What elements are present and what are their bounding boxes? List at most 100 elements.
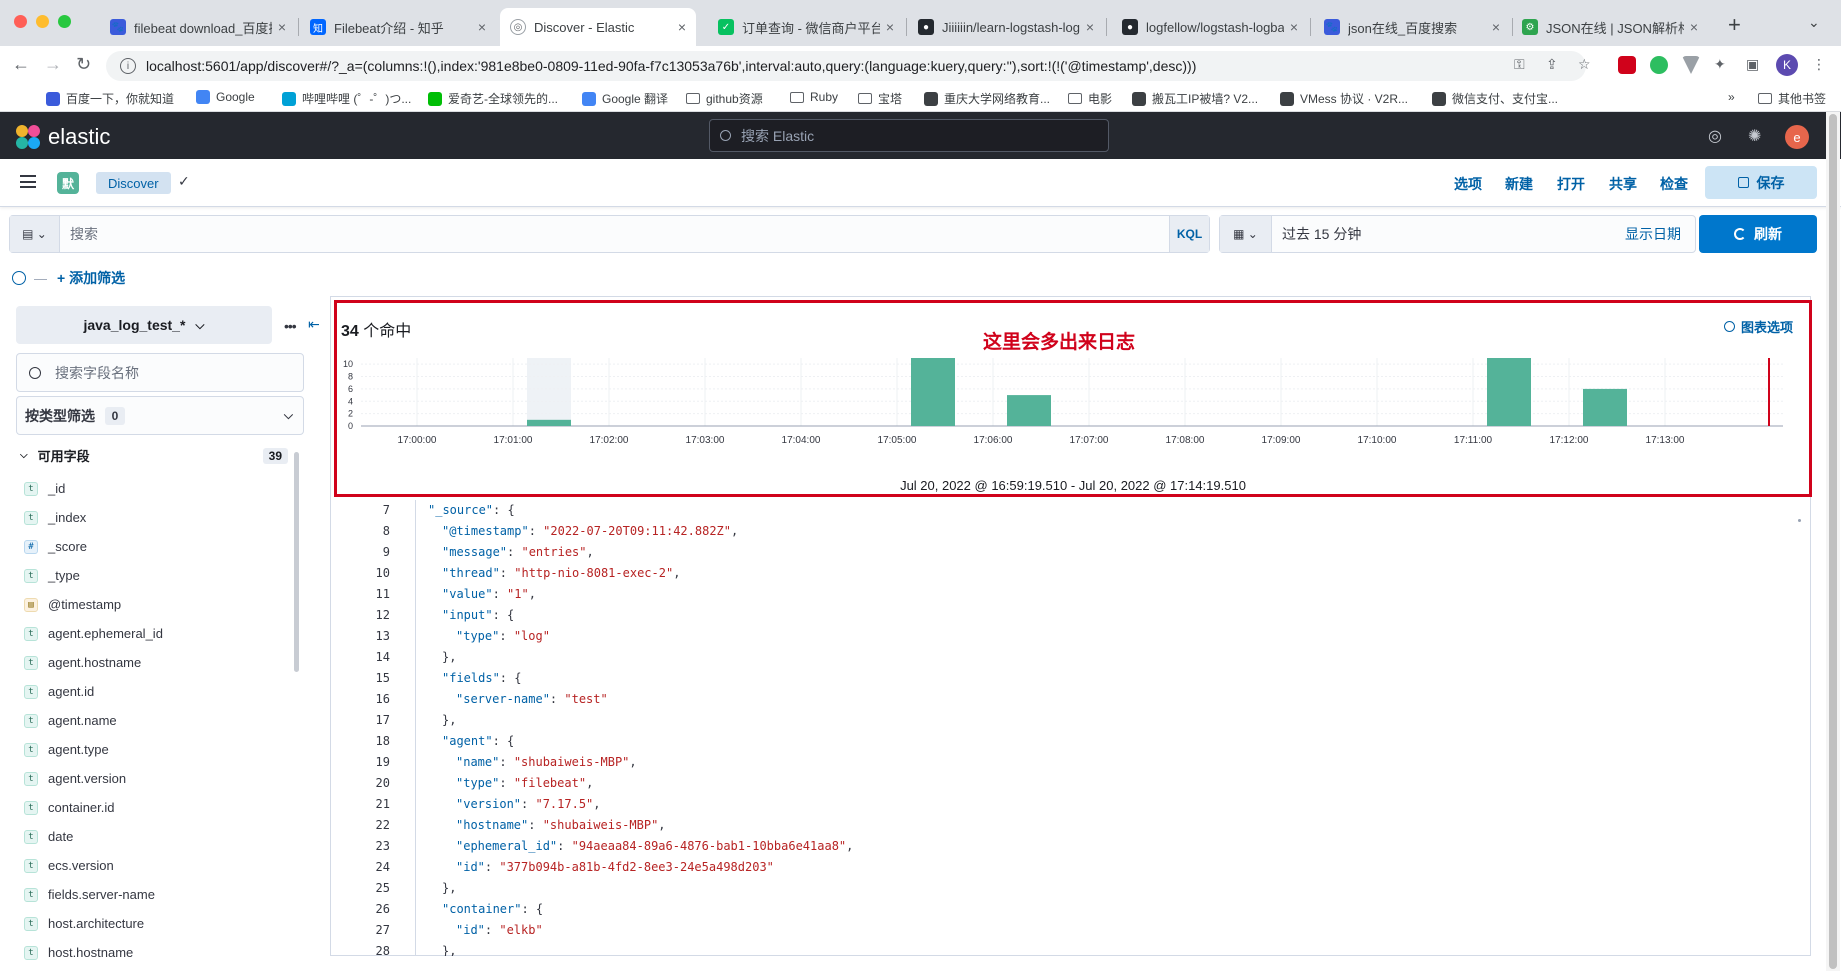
field-item[interactable]: t _type bbox=[24, 561, 288, 590]
histogram-bar[interactable] bbox=[911, 358, 955, 426]
field-item[interactable]: t agent.version bbox=[24, 764, 288, 793]
extensions-puzzle-icon[interactable]: ✦ bbox=[1714, 56, 1726, 73]
field-item[interactable]: # _score bbox=[24, 532, 288, 561]
bookmark-item[interactable]: Ruby bbox=[790, 90, 838, 104]
bookmarks-overflow-icon[interactable]: » bbox=[1728, 90, 1735, 104]
tab-close-icon[interactable]: × bbox=[678, 19, 686, 35]
show-dates-link[interactable]: 显示日期 bbox=[1625, 224, 1695, 244]
browser-tab[interactable]: ● Jiiiiiin/learn-logstash-log × bbox=[908, 8, 1104, 46]
field-item[interactable]: t container.id bbox=[24, 793, 288, 822]
sidebar-scrollbar[interactable] bbox=[294, 452, 299, 672]
field-item[interactable]: t agent.type bbox=[24, 735, 288, 764]
bookmark-item[interactable]: Google 翻译 bbox=[582, 90, 668, 107]
bookmark-item[interactable]: 爱奇艺-全球领先的... bbox=[428, 90, 558, 107]
action-share[interactable]: 共享 bbox=[1609, 174, 1637, 194]
breadcrumb-discover[interactable]: Discover bbox=[96, 172, 171, 194]
menu-icon[interactable] bbox=[20, 175, 36, 188]
site-info-icon[interactable]: i bbox=[120, 58, 136, 74]
histogram-bar[interactable] bbox=[527, 419, 571, 426]
bookmark-item[interactable]: 搬瓦工IP被墙? V2... bbox=[1132, 90, 1258, 107]
kql-toggle-button[interactable]: KQL bbox=[1169, 216, 1209, 252]
tab-close-icon[interactable]: × bbox=[886, 19, 894, 35]
calendar-icon[interactable]: ▦ ⌄ bbox=[1220, 216, 1272, 252]
field-item[interactable]: t host.hostname bbox=[24, 938, 288, 967]
query-input[interactable]: 搜索 bbox=[60, 216, 1169, 252]
extension-evernote-icon[interactable] bbox=[1650, 56, 1668, 74]
field-item[interactable]: t date bbox=[24, 822, 288, 851]
histogram-bar[interactable] bbox=[1007, 395, 1051, 426]
chart-options-button[interactable]: 图表选项 bbox=[1723, 317, 1793, 336]
browser-tab[interactable]: ✓ 订单查询 - 微信商户平台 × bbox=[708, 8, 904, 46]
save-button[interactable]: 保存 bbox=[1705, 166, 1817, 199]
back-icon[interactable]: ← bbox=[12, 54, 30, 75]
new-tab-button[interactable]: + bbox=[1728, 12, 1741, 38]
index-pattern-selector[interactable]: java_log_test_* ⌵ bbox=[16, 306, 272, 344]
reload-icon[interactable]: ↻ bbox=[76, 54, 91, 75]
page-scrollbar-thumb[interactable] bbox=[1829, 114, 1837, 969]
bookmark-item[interactable]: 百度一下，你就知道 bbox=[46, 90, 174, 107]
tab-close-icon[interactable]: × bbox=[278, 19, 286, 35]
share-icon[interactable]: ⇪ bbox=[1546, 56, 1558, 73]
histogram-bar[interactable] bbox=[1583, 388, 1627, 426]
action-inspect[interactable]: 检查 bbox=[1660, 174, 1688, 194]
histogram-chart[interactable]: 0 2 4 6 8 10 17:00:00 17:01:00 17:02:00 17:03:00 1… bbox=[337, 358, 1809, 478]
bookmark-item[interactable]: VMess 协议 · V2R... bbox=[1280, 90, 1408, 107]
side-panel-icon[interactable]: ▣ bbox=[1746, 56, 1759, 73]
browser-tab[interactable]: 🐾 json在线_百度搜索 × bbox=[1314, 8, 1510, 46]
bookmark-item[interactable]: 微信支付、支付宝... bbox=[1432, 90, 1558, 107]
address-bar[interactable]: i localhost:5601/app/discover#/?_a=(colu… bbox=[106, 51, 1586, 81]
tab-close-icon[interactable]: × bbox=[478, 19, 486, 35]
field-item[interactable]: ▤ @timestamp bbox=[24, 590, 288, 619]
field-item[interactable]: t agent.ephemeral_id bbox=[24, 619, 288, 648]
breadcrumb-chevron-icon[interactable]: ✓ bbox=[178, 173, 190, 190]
extension-red-icon[interactable] bbox=[1618, 56, 1636, 74]
field-item[interactable]: t agent.id bbox=[24, 677, 288, 706]
news-feed-icon[interactable]: ✺ bbox=[1748, 126, 1768, 146]
window-minimize-button[interactable] bbox=[36, 15, 49, 28]
saved-query-menu-icon[interactable]: ▤ ⌄ bbox=[10, 216, 60, 252]
type-filter-button[interactable]: 按类型筛选 0 ⌵ bbox=[16, 396, 304, 435]
field-item[interactable]: t agent.hostname bbox=[24, 648, 288, 677]
key-icon[interactable]: ⚿ bbox=[1514, 56, 1525, 73]
tab-close-icon[interactable]: × bbox=[1086, 19, 1094, 35]
user-avatar[interactable]: e bbox=[1785, 125, 1809, 149]
extension-vue-icon[interactable] bbox=[1682, 56, 1700, 74]
add-filter-button[interactable]: + 添加筛选 bbox=[57, 268, 125, 288]
browser-tab[interactable]: ● logfellow/logstash-logba × bbox=[1112, 8, 1308, 46]
more-options-icon[interactable]: ••• bbox=[284, 318, 297, 334]
available-fields-header[interactable]: ⌵ 可用字段 39 bbox=[20, 446, 288, 465]
field-search-input[interactable]: 搜索字段名称 bbox=[16, 353, 304, 392]
time-range-value[interactable]: 过去 15 分钟 bbox=[1272, 224, 1625, 244]
window-zoom-button[interactable] bbox=[58, 15, 71, 28]
space-avatar[interactable]: 默 bbox=[57, 172, 79, 194]
field-item[interactable]: t agent.name bbox=[24, 706, 288, 735]
field-item[interactable]: t fields.server-name bbox=[24, 880, 288, 909]
browser-tab[interactable]: ⚙ JSON在线 | JSON解析格 × bbox=[1512, 8, 1708, 46]
collapse-sidebar-icon[interactable]: ⇤ bbox=[308, 316, 320, 333]
page-scrollbar[interactable] bbox=[1826, 112, 1840, 971]
resize-handle-icon[interactable] bbox=[1798, 519, 1801, 522]
bookmark-item[interactable]: Google bbox=[196, 90, 255, 104]
bookmark-star-icon[interactable]: ☆ bbox=[1578, 56, 1591, 73]
window-close-button[interactable] bbox=[14, 15, 27, 28]
bookmark-item[interactable]: 宝塔 bbox=[858, 90, 902, 107]
help-icon[interactable]: ◎ bbox=[1708, 126, 1728, 146]
browser-menu-icon[interactable]: ⋮ bbox=[1812, 56, 1826, 73]
elastic-logo[interactable]: elastic bbox=[16, 124, 110, 150]
tab-close-icon[interactable]: × bbox=[1290, 19, 1298, 35]
histogram-bar[interactable] bbox=[1487, 358, 1531, 426]
bookmark-item[interactable]: 电影 bbox=[1068, 90, 1112, 107]
tab-search-chevron-icon[interactable]: ⌄ bbox=[1808, 14, 1820, 31]
other-bookmarks-folder[interactable]: 其他书签 bbox=[1758, 90, 1826, 107]
forward-icon[interactable]: → bbox=[44, 54, 62, 75]
action-options[interactable]: 选项 bbox=[1454, 174, 1482, 194]
bookmark-item[interactable]: github资源 bbox=[686, 90, 763, 107]
refresh-button[interactable]: 刷新 bbox=[1699, 215, 1817, 253]
field-item[interactable]: t host.architecture bbox=[24, 909, 288, 938]
action-open[interactable]: 打开 bbox=[1557, 174, 1585, 194]
profile-avatar[interactable]: K bbox=[1776, 54, 1798, 76]
document-json-viewer[interactable]: 7 "_source": {8 "@timestamp": "2022-07-20T… bbox=[356, 500, 1806, 956]
action-new[interactable]: 新建 bbox=[1505, 174, 1533, 194]
tab-close-icon[interactable]: × bbox=[1690, 19, 1698, 35]
bookmark-item[interactable]: 哔哩哔哩 (゜-゜)つ... bbox=[282, 90, 411, 107]
